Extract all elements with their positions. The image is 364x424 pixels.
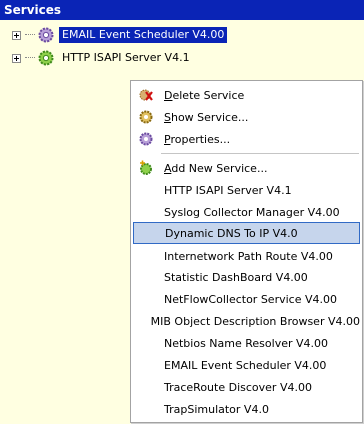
services-title: Services [4, 3, 62, 17]
menu-item-service[interactable]: NetFlowCollector Service V4.00 [133, 288, 360, 310]
accelerator-key: S [164, 110, 171, 124]
tree-connector [25, 34, 35, 36]
menu-item-label: Statistic DashBoard V4.00 [164, 270, 308, 284]
menu-item-properties[interactable]: Properties... [133, 128, 360, 150]
menu-item-service[interactable]: Statistic DashBoard V4.00 [133, 266, 360, 288]
gear-icon [138, 131, 154, 147]
menu-item-label: elete Service [172, 88, 245, 102]
menu-item-label: MIB Object Description Browser V4.00 [150, 314, 360, 328]
menu-item-label: Dynamic DNS To IP V4.0 [165, 226, 298, 240]
menu-item-label: dd New Service... [171, 161, 268, 175]
context-menu: Delete Service Show Service... Propertie… [130, 80, 363, 423]
menu-item-label: roperties... [170, 132, 231, 146]
add-gear-icon [138, 160, 154, 176]
menu-item-label: Syslog Collector Manager V4.00 [164, 205, 340, 219]
tree-item-http-isapi[interactable]: HTTP ISAPI Server V4.1 [12, 47, 193, 69]
menu-item-service[interactable]: TrapSimulator V4.0 [133, 398, 360, 420]
menu-item-service[interactable]: MIB Object Description Browser V4.00 [133, 310, 360, 332]
menu-item-service[interactable]: HTTP ISAPI Server V4.1 [133, 179, 360, 201]
gear-icon [38, 27, 54, 43]
services-title-bar: Services [0, 0, 364, 20]
menu-item-label: how Service... [170, 110, 249, 124]
gear-icon [138, 109, 154, 125]
expand-icon[interactable] [12, 53, 21, 63]
menu-item-label: Netbios Name Resolver V4.00 [164, 336, 329, 350]
tree-item-email-scheduler[interactable]: EMAIL Event Scheduler V4.00 [12, 24, 228, 46]
expand-icon[interactable] [12, 30, 21, 40]
delete-icon [138, 87, 154, 103]
menu-item-label: NetFlowCollector Service V4.00 [164, 292, 337, 306]
menu-item-add-new-service[interactable]: Add New Service... [133, 157, 360, 179]
menu-item-service-highlighted[interactable]: Dynamic DNS To IP V4.0 [133, 222, 360, 244]
tree-item-label[interactable]: HTTP ISAPI Server V4.1 [59, 50, 193, 66]
menu-item-service[interactable]: EMAIL Event Scheduler V4.00 [133, 354, 360, 376]
gear-icon [38, 50, 54, 66]
menu-item-show-service[interactable]: Show Service... [133, 106, 360, 128]
menu-item-service[interactable]: TraceRoute Discover V4.00 [133, 376, 360, 398]
menu-item-label: Internetwork Path Route V4.00 [164, 249, 333, 263]
menu-item-label: HTTP ISAPI Server V4.1 [164, 183, 292, 197]
menu-item-delete-service[interactable]: Delete Service [133, 84, 360, 106]
menu-item-label: EMAIL Event Scheduler V4.00 [164, 358, 327, 372]
menu-item-service[interactable]: Netbios Name Resolver V4.00 [133, 332, 360, 354]
menu-item-service[interactable]: Syslog Collector Manager V4.00 [133, 201, 360, 223]
menu-item-label: TraceRoute Discover V4.00 [164, 380, 312, 394]
tree-item-label[interactable]: EMAIL Event Scheduler V4.00 [59, 27, 228, 43]
menu-item-label: TrapSimulator V4.0 [164, 402, 269, 416]
menu-item-service[interactable]: Internetwork Path Route V4.00 [133, 245, 360, 267]
tree-connector [25, 57, 35, 59]
menu-separator [161, 153, 359, 154]
